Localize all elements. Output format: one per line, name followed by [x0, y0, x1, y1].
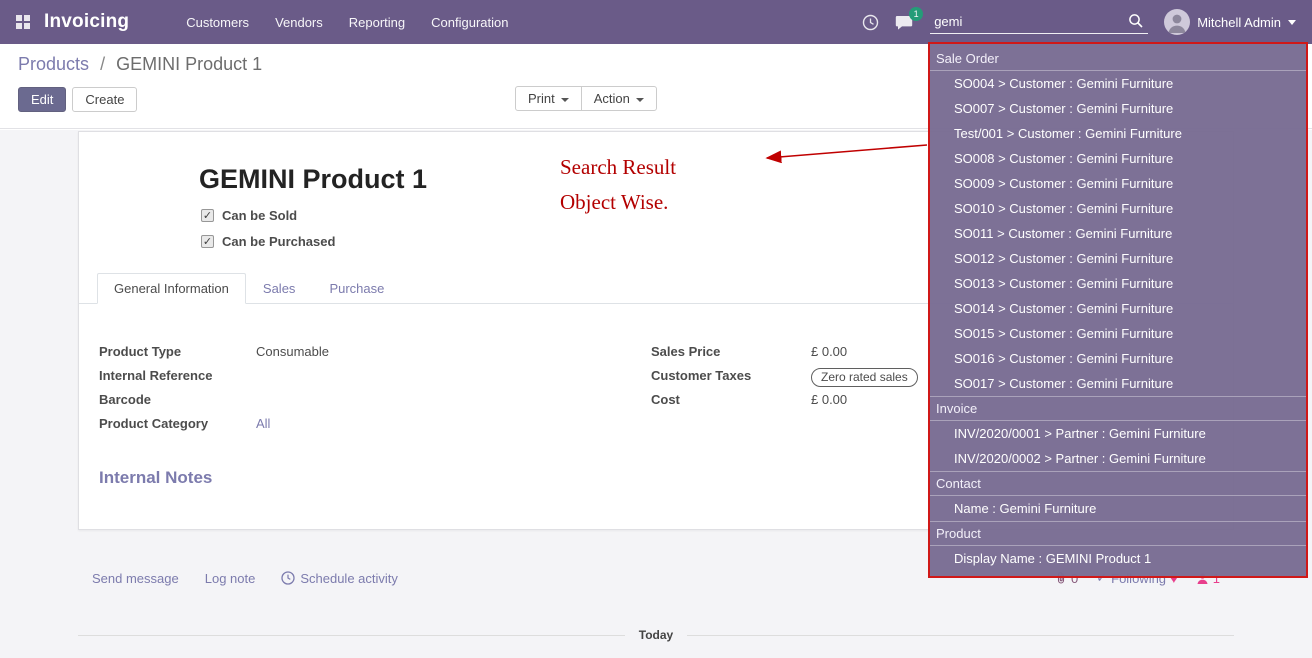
search-icon[interactable] [1128, 13, 1144, 32]
apps-menu-icon[interactable] [16, 15, 30, 29]
field-group-left: Product Type Consumable Internal Referen… [99, 344, 651, 440]
schedule-activity-button[interactable]: Schedule activity [281, 571, 398, 586]
search-group-product: Product Display Name : GEMINI Product 1 [930, 521, 1306, 571]
can-be-purchased-label: Can be Purchased [222, 234, 335, 249]
field-internal-reference: Internal Reference [99, 368, 651, 387]
tab-sales[interactable]: Sales [246, 273, 313, 304]
customer-tax-tag: Zero rated sales [811, 368, 918, 387]
action-buttons: Print Action [515, 86, 657, 111]
search-result-item[interactable]: SO008 > Customer : Gemini Furniture [930, 146, 1306, 171]
navbar-search [930, 11, 1148, 34]
messages-badge: 1 [909, 7, 923, 21]
search-group-header: Contact [930, 472, 1306, 496]
field-product-type: Product Type Consumable [99, 344, 651, 363]
chevron-down-icon [561, 98, 569, 102]
search-result-item[interactable]: SO010 > Customer : Gemini Furniture [930, 196, 1306, 221]
activities-clock-icon[interactable] [862, 14, 879, 31]
field-barcode: Barcode [99, 392, 651, 411]
today-divider: Today [78, 628, 1234, 642]
search-result-item[interactable]: SO014 > Customer : Gemini Furniture [930, 296, 1306, 321]
sales-price-value: £ 0.00 [811, 344, 847, 359]
navbar-right: 1 Mitchell Admin [862, 9, 1296, 35]
user-name: Mitchell Admin [1197, 15, 1281, 30]
user-menu[interactable]: Mitchell Admin [1164, 9, 1296, 35]
breadcrumb-current: GEMINI Product 1 [116, 54, 262, 74]
search-result-item[interactable]: SO013 > Customer : Gemini Furniture [930, 271, 1306, 296]
search-result-item[interactable]: Test/001 > Customer : Gemini Furniture [930, 121, 1306, 146]
product-type-value: Consumable [256, 344, 329, 359]
print-dropdown-button[interactable]: Print [515, 86, 582, 111]
today-label: Today [639, 628, 673, 642]
tab-general-information[interactable]: General Information [97, 273, 246, 304]
search-group-invoice: Invoice INV/2020/0001 > Partner : Gemini… [930, 396, 1306, 471]
search-result-item[interactable]: SO015 > Customer : Gemini Furniture [930, 321, 1306, 346]
menu-vendors[interactable]: Vendors [262, 2, 336, 43]
search-result-item[interactable]: INV/2020/0001 > Partner : Gemini Furnitu… [930, 421, 1306, 446]
send-message-button[interactable]: Send message [92, 571, 179, 586]
search-result-item[interactable]: SO016 > Customer : Gemini Furniture [930, 346, 1306, 371]
search-group-sale-order: Sale Order SO004 > Customer : Gemini Fur… [930, 47, 1306, 396]
annotation-text: Search Result Object Wise. [560, 150, 676, 220]
search-result-item[interactable]: Name : Gemini Furniture [930, 496, 1306, 521]
log-note-button[interactable]: Log note [205, 571, 256, 586]
search-result-item[interactable]: SO012 > Customer : Gemini Furniture [930, 246, 1306, 271]
top-navbar: Invoicing Customers Vendors Reporting Co… [0, 0, 1312, 44]
can-be-sold-label: Can be Sold [222, 208, 297, 223]
can-be-purchased-checkbox[interactable]: ✓ [201, 235, 214, 248]
search-group-header: Product [930, 522, 1306, 546]
field-product-category: Product Category All [99, 416, 651, 435]
create-button[interactable]: Create [72, 87, 137, 112]
app-name[interactable]: Invoicing [44, 11, 129, 33]
chevron-down-icon [1288, 20, 1296, 25]
search-input[interactable] [930, 11, 1148, 34]
search-result-item[interactable]: SO009 > Customer : Gemini Furniture [930, 171, 1306, 196]
breadcrumb-separator: / [100, 54, 105, 74]
tab-purchase[interactable]: Purchase [312, 273, 401, 304]
edit-button[interactable]: Edit [18, 87, 66, 112]
chevron-down-icon [636, 98, 644, 102]
annotation-arrow-icon [755, 138, 933, 170]
search-result-item[interactable]: SO011 > Customer : Gemini Furniture [930, 221, 1306, 246]
search-group-header: Sale Order [930, 47, 1306, 71]
search-group-header: Invoice [930, 397, 1306, 421]
search-result-item[interactable]: SO007 > Customer : Gemini Furniture [930, 96, 1306, 121]
divider-line [687, 635, 1234, 636]
messages-icon[interactable]: 1 [895, 14, 914, 31]
clock-icon [281, 571, 295, 585]
user-avatar [1164, 9, 1190, 35]
search-result-item[interactable]: SO004 > Customer : Gemini Furniture [930, 71, 1306, 96]
search-result-item[interactable]: INV/2020/0002 > Partner : Gemini Furnitu… [930, 446, 1306, 471]
menu-configuration[interactable]: Configuration [418, 2, 521, 43]
can-be-sold-checkbox[interactable]: ✓ [201, 209, 214, 222]
search-result-item[interactable]: Display Name : GEMINI Product 1 [930, 546, 1306, 571]
product-category-link[interactable]: All [256, 416, 270, 431]
menu-reporting[interactable]: Reporting [336, 2, 418, 43]
nav-menu: Customers Vendors Reporting Configuratio… [173, 2, 521, 43]
menu-customers[interactable]: Customers [173, 2, 262, 43]
divider-line [78, 635, 625, 636]
breadcrumb-products-link[interactable]: Products [18, 54, 89, 74]
action-dropdown-button[interactable]: Action [581, 86, 657, 111]
cost-value: £ 0.00 [811, 392, 847, 407]
search-result-item[interactable]: SO017 > Customer : Gemini Furniture [930, 371, 1306, 396]
search-results-dropdown: Sale Order SO004 > Customer : Gemini Fur… [928, 42, 1308, 578]
search-group-contact: Contact Name : Gemini Furniture [930, 471, 1306, 521]
